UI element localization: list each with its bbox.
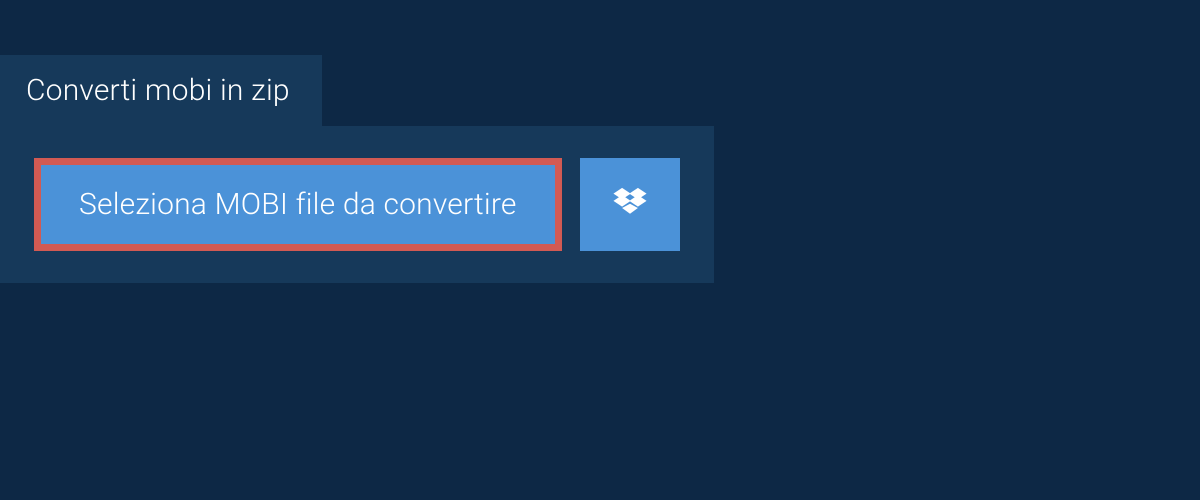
select-file-button-label: Seleziona MOBI file da convertire <box>79 187 517 222</box>
dropbox-icon <box>612 185 648 225</box>
page-container: Converti mobi in zip Seleziona MOBI file… <box>0 0 1200 283</box>
select-file-button[interactable]: Seleziona MOBI file da convertire <box>34 158 562 251</box>
tab-label: Converti mobi in zip <box>26 73 290 108</box>
tab-convert-mobi-zip[interactable]: Converti mobi in zip <box>0 55 322 126</box>
dropbox-button[interactable] <box>580 158 680 251</box>
upload-panel: Seleziona MOBI file da convertire <box>0 126 714 283</box>
tab-bar: Converti mobi in zip <box>0 55 1200 126</box>
